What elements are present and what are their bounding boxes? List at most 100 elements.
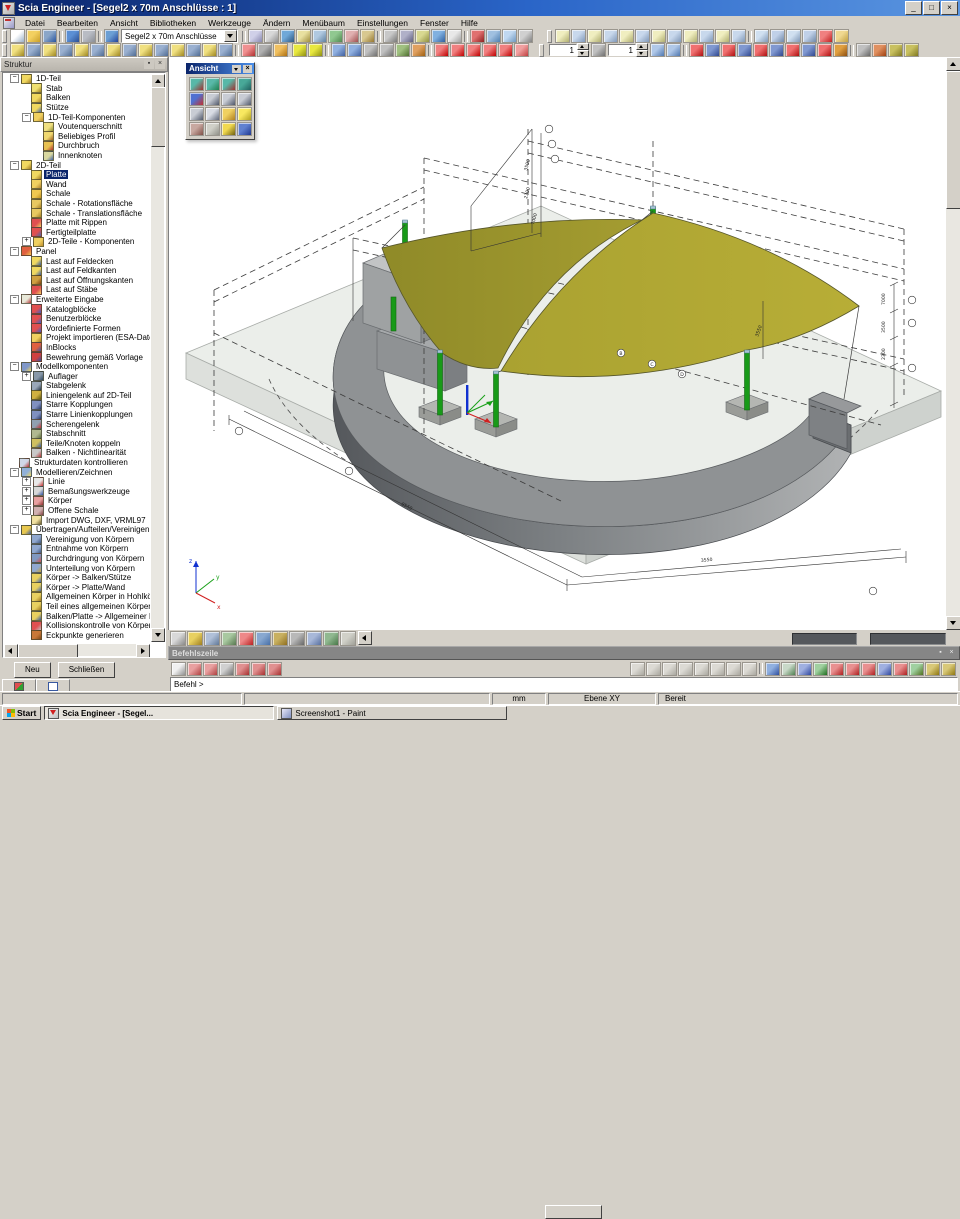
node-grid-icon[interactable] <box>801 43 816 57</box>
tree-item-label[interactable]: InBlocks <box>44 343 78 352</box>
minimized-window-2[interactable] <box>870 633 946 645</box>
draw-grid-icon[interactable] <box>514 43 529 57</box>
menu-werkzeuge[interactable]: Werkzeuge <box>202 18 257 28</box>
tree-item-label[interactable]: Balken <box>44 93 72 102</box>
tree-item[interactable]: Schale - Rotationsfläche <box>4 199 150 209</box>
render-mode-icon[interactable] <box>856 43 871 57</box>
layer-spinner[interactable] <box>608 43 648 57</box>
tree-item[interactable]: +Bemaßungswerkzeuge <box>4 487 150 497</box>
close-icon[interactable]: × <box>947 649 956 657</box>
node-pair-2-icon[interactable] <box>308 43 323 57</box>
tree-item-label[interactable]: Kollisionskontrolle von Körpern <box>44 621 150 630</box>
tree-item-label[interactable]: Unterteilung von Körpern <box>44 564 137 573</box>
draw-line-icon[interactable] <box>434 43 449 57</box>
block-tool-icon[interactable] <box>170 43 185 57</box>
tree-item[interactable]: Entnahme von Körpern <box>4 544 150 554</box>
snap-node-icon[interactable] <box>829 662 844 676</box>
tree-item[interactable]: Balken/Platte -> Allgemeiner Körper <box>4 611 150 621</box>
tree-item-label[interactable]: Voutenquerschnitt <box>56 122 124 131</box>
document-properties-icon[interactable] <box>447 29 462 43</box>
snap-table-icon[interactable] <box>941 662 956 676</box>
zoom-document-icon[interactable] <box>486 29 501 43</box>
rotate-icon[interactable] <box>347 43 362 57</box>
draw-circle-icon[interactable] <box>482 43 497 57</box>
web-globe-icon[interactable] <box>431 29 446 43</box>
tree-item[interactable]: Balken <box>4 93 150 103</box>
window-split-icon[interactable] <box>786 29 801 43</box>
tree-item[interactable]: −Panel <box>4 247 150 257</box>
tree-item[interactable]: Bewehrung gemäß Vorlage <box>4 352 150 362</box>
close-icon[interactable]: × <box>155 60 165 69</box>
tree-item[interactable]: Starre Linienkopplungen <box>4 410 150 420</box>
collapse-icon[interactable]: − <box>10 295 19 304</box>
command-input[interactable]: Befehl > <box>170 677 958 692</box>
tree-item[interactable]: Beliebiges Profil <box>4 132 150 142</box>
tree-item[interactable]: −Übertragen/Aufteilen/Vereinigen <box>4 525 150 535</box>
tree-item-label[interactable]: Eckpunkte generieren <box>44 631 126 640</box>
snap-cross-off-icon[interactable] <box>678 662 693 676</box>
node-cleat-icon[interactable] <box>785 43 800 57</box>
load-case-icon[interactable] <box>273 43 288 57</box>
snap-endpoint-icon[interactable] <box>845 662 860 676</box>
redo-line-icon[interactable] <box>235 662 250 676</box>
print-data-icon[interactable] <box>264 29 279 43</box>
zoom-all-icon[interactable] <box>189 107 204 121</box>
menu-aendern[interactable]: Ändern <box>257 18 296 28</box>
tree-item-label[interactable]: Schale <box>44 189 72 198</box>
expand-icon[interactable]: + <box>22 487 31 496</box>
mdi-child-icon[interactable] <box>3 17 15 29</box>
tree-item[interactable]: Starre Kopplungen <box>4 400 150 410</box>
expand-icon[interactable]: + <box>22 372 31 381</box>
expand-icon[interactable]: + <box>22 506 31 515</box>
tree-item-label[interactable]: Körper <box>46 496 74 505</box>
tree-item-label[interactable]: Wand <box>44 180 69 189</box>
pin-icon[interactable]: ▪ <box>144 60 154 69</box>
tree-item-label[interactable]: Benutzerblöcke <box>44 314 103 323</box>
collapse-icon[interactable]: − <box>10 74 19 83</box>
tree-item-label[interactable]: Starre Linienkopplungen <box>44 410 135 419</box>
profile-tool-icon[interactable] <box>186 43 201 57</box>
scroll-left-icon[interactable] <box>4 644 18 658</box>
cut-icon[interactable] <box>296 29 311 43</box>
tree-item[interactable]: − 1D-Teil <box>4 74 150 84</box>
activity-spinner[interactable] <box>549 43 589 57</box>
collapse-icon[interactable]: − <box>10 525 19 534</box>
tree-item-label[interactable]: Teil eines allgemeinen Körpers zu Ba <box>44 602 150 611</box>
tree-item[interactable]: Allgemeinen Körper in Hohlkörper <box>4 592 150 602</box>
tree-item-label[interactable]: Entnahme von Körpern <box>44 544 130 553</box>
tree-item-label[interactable]: Last auf Öffnungskanten <box>44 276 135 285</box>
render-option-icon[interactable] <box>272 631 288 646</box>
rib-tool-icon[interactable] <box>90 43 105 57</box>
tree-item-label[interactable]: Last auf Feldkanten <box>44 266 118 275</box>
layout-plan-icon[interactable] <box>555 29 570 43</box>
window-cascade-icon[interactable] <box>770 29 785 43</box>
node-blue-icon[interactable] <box>705 43 720 57</box>
scroll-up-icon[interactable] <box>151 74 165 88</box>
scroll-left-icon[interactable] <box>358 631 372 645</box>
tree-item-label[interactable]: Stabschnitt <box>44 429 88 438</box>
tree-item-label[interactable]: Last auf Feldecken <box>44 257 116 266</box>
tree-item[interactable]: Strukturdaten kontrollieren <box>4 458 150 468</box>
zoom-out-icon[interactable] <box>221 92 236 106</box>
expand-icon[interactable]: + <box>22 477 31 486</box>
menu-datei[interactable]: Datei <box>19 18 51 28</box>
filter-olive-2-icon[interactable] <box>904 43 919 57</box>
redo-icon[interactable] <box>81 29 96 43</box>
tree-item-label[interactable]: Durchdringung von Körpern <box>44 554 146 563</box>
tree-item-label[interactable]: Modellkomponenten <box>34 362 110 371</box>
zoom-selection-icon[interactable] <box>205 107 220 121</box>
tree-scrollbar-thumb[interactable] <box>151 87 166 147</box>
tree-item-label[interactable]: 1D-Teil <box>34 74 63 83</box>
snap-grid-icon[interactable] <box>781 662 796 676</box>
activity-spinner-input[interactable] <box>549 44 577 56</box>
layout-detail-icon[interactable] <box>619 29 634 43</box>
light-bulb-icon[interactable] <box>237 107 252 121</box>
layer-spinner-input[interactable] <box>608 44 636 56</box>
taskbar-item-paint[interactable]: Screenshot1 - Paint <box>277 706 507 720</box>
tree-item-label[interactable]: Platte <box>44 170 68 179</box>
scroll-down-icon[interactable] <box>946 616 960 630</box>
layout-grid-icon[interactable] <box>651 29 666 43</box>
tree-item[interactable]: Teil eines allgemeinen Körpers zu Ba <box>4 602 150 612</box>
scroll-down-icon[interactable] <box>151 628 165 642</box>
node-pair-icon[interactable] <box>292 43 307 57</box>
